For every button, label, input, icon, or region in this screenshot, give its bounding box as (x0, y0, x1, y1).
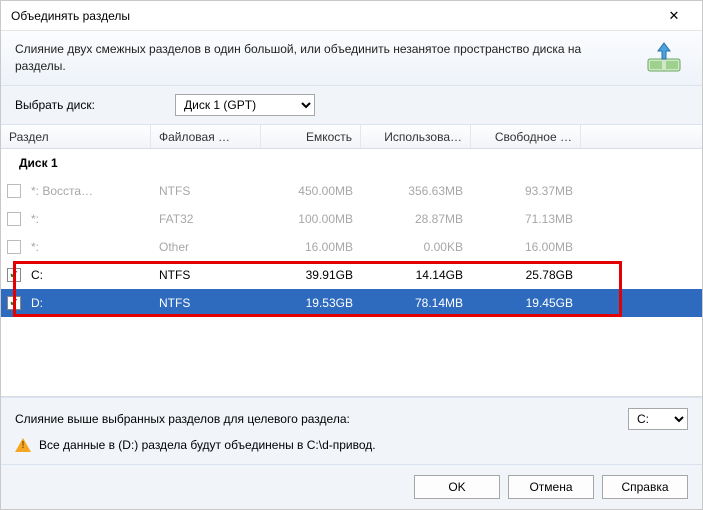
warning-icon (15, 438, 31, 452)
merge-target-label: Слияние выше выбранных разделов для целе… (15, 412, 616, 426)
cell-filesystem: NTFS (151, 289, 261, 317)
disk-select[interactable]: Диск 1 (GPT) (175, 94, 315, 116)
row-checkbox-cell[interactable] (1, 261, 27, 289)
cell-filesystem: FAT32 (151, 205, 261, 233)
cell-partition: *: Восста… (27, 177, 151, 205)
table-row[interactable]: C:NTFS39.91GB14.14GB25.78GB (1, 261, 702, 289)
cell-free: 25.78GB (471, 261, 581, 289)
cell-capacity: 16.00MB (261, 233, 361, 261)
col-free[interactable]: Свободное … (471, 125, 581, 148)
cell-free: 16.00MB (471, 233, 581, 261)
row-checkbox (7, 212, 21, 226)
cell-filesystem: NTFS (151, 177, 261, 205)
cell-free: 19.45GB (471, 289, 581, 317)
cell-used: 0.00KB (361, 233, 471, 261)
cell-spacer (581, 233, 702, 261)
cell-filesystem: NTFS (151, 261, 261, 289)
merge-target-select[interactable]: C:D: (628, 408, 688, 430)
table-row: *:FAT32100.00MB28.87MB71.13MB (1, 205, 702, 233)
description-panel: Слияние двух смежных разделов в один бол… (1, 31, 702, 86)
row-checkbox-cell (1, 205, 27, 233)
row-checkbox (7, 184, 21, 198)
col-partition[interactable]: Раздел (1, 125, 151, 148)
cell-capacity: 100.00MB (261, 205, 361, 233)
cancel-button[interactable]: Отмена (508, 475, 594, 499)
cell-spacer (581, 205, 702, 233)
table-row[interactable]: D:NTFS19.53GB78.14MB19.45GB (1, 289, 702, 317)
table-body: Диск 1 *: Восста…NTFS450.00MB356.63MB93.… (1, 149, 702, 397)
cell-spacer (581, 177, 702, 205)
cell-free: 93.37MB (471, 177, 581, 205)
table-header: Раздел Файловая … Емкость Использова… Св… (1, 125, 702, 149)
cell-filesystem: Other (151, 233, 261, 261)
table-row: *: Восста…NTFS450.00MB356.63MB93.37MB (1, 177, 702, 205)
warning-row: Все данные в (D:) раздела будут объедине… (1, 434, 702, 464)
merge-partition-icon (640, 41, 688, 75)
row-checkbox-cell (1, 177, 27, 205)
cell-capacity: 450.00MB (261, 177, 361, 205)
cell-spacer (581, 261, 702, 289)
col-filesystem[interactable]: Файловая … (151, 125, 261, 148)
cell-spacer (581, 289, 702, 317)
col-capacity[interactable]: Емкость (261, 125, 361, 148)
row-checkbox[interactable] (7, 296, 21, 310)
disk-group-label: Диск 1 (1, 149, 702, 177)
cell-partition: *: (27, 233, 151, 261)
close-button[interactable]: ✕ (654, 2, 694, 30)
cell-used: 78.14MB (361, 289, 471, 317)
row-checkbox-cell[interactable] (1, 289, 27, 317)
cell-partition: D: (27, 289, 151, 317)
help-button[interactable]: Справка (602, 475, 688, 499)
row-checkbox (7, 240, 21, 254)
ok-button[interactable]: OK (414, 475, 500, 499)
merge-target-row: Слияние выше выбранных разделов для целе… (1, 397, 702, 434)
cell-used: 356.63MB (361, 177, 471, 205)
cell-free: 71.13MB (471, 205, 581, 233)
titlebar: Объединять разделы ✕ (1, 1, 702, 31)
cell-capacity: 39.91GB (261, 261, 361, 289)
cell-capacity: 19.53GB (261, 289, 361, 317)
cell-partition: *: (27, 205, 151, 233)
cell-used: 28.87MB (361, 205, 471, 233)
close-icon: ✕ (669, 8, 680, 24)
partition-table: Раздел Файловая … Емкость Использова… Св… (1, 125, 702, 397)
disk-selector-label: Выбрать диск: (15, 98, 165, 112)
col-spacer (581, 125, 702, 148)
row-checkbox-cell (1, 233, 27, 261)
table-row: *:Other16.00MB0.00KB16.00MB (1, 233, 702, 261)
warning-text: Все данные в (D:) раздела будут объедине… (39, 438, 376, 452)
row-checkbox[interactable] (7, 268, 21, 282)
footer: OK Отмена Справка (1, 464, 702, 509)
window-title: Объединять разделы (11, 9, 654, 23)
cell-used: 14.14GB (361, 261, 471, 289)
description-text: Слияние двух смежных разделов в один бол… (15, 41, 640, 75)
col-used[interactable]: Использова… (361, 125, 471, 148)
cell-partition: C: (27, 261, 151, 289)
disk-selector-row: Выбрать диск: Диск 1 (GPT) (1, 86, 702, 125)
